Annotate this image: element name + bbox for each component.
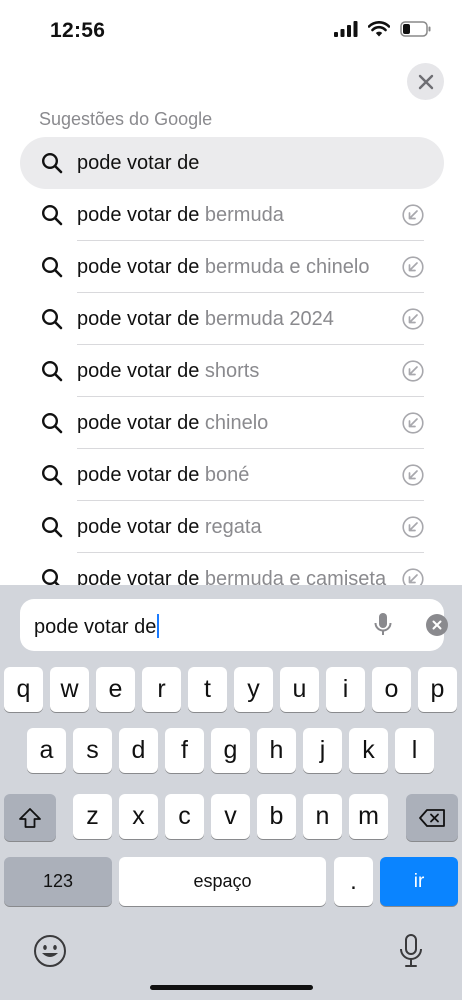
fill-search-arrow-icon[interactable]: [402, 464, 424, 486]
shift-icon: [19, 807, 41, 828]
clear-icon: [432, 620, 442, 630]
key-j[interactable]: j: [303, 728, 342, 773]
search-input[interactable]: pode votar de: [20, 599, 448, 651]
suggestion-item[interactable]: pode votar de regata: [20, 501, 444, 553]
emoji-icon[interactable]: [33, 934, 67, 968]
search-icon: [41, 412, 63, 434]
shift-key[interactable]: [4, 794, 56, 841]
search-icon: [41, 204, 63, 226]
search-icon: [41, 516, 63, 538]
keyboard: pode votar de q w e r t y u i o p a s d …: [0, 585, 462, 1000]
home-indicator[interactable]: [150, 985, 313, 990]
key-o[interactable]: o: [372, 667, 411, 712]
suggestion-label: pode votar de bermuda e chinelo: [77, 255, 370, 278]
text-caret: [157, 614, 160, 638]
key-t[interactable]: t: [188, 667, 227, 712]
suggestion-label: pode votar de chinelo: [77, 411, 269, 434]
suggestion-item[interactable]: pode votar de boné: [20, 449, 444, 501]
suggestion-item[interactable]: pode votar de shorts: [20, 345, 444, 397]
search-icon: [42, 569, 60, 585]
fill-search-arrow-icon[interactable]: [402, 412, 424, 434]
key-i[interactable]: i: [326, 667, 365, 712]
fill-search-arrow-icon[interactable]: [402, 516, 424, 538]
key-x[interactable]: x: [119, 794, 158, 839]
suggestion-item[interactable]: pode votar de bermuda 2024: [20, 293, 444, 345]
key-q[interactable]: q: [4, 667, 43, 712]
delete-key[interactable]: [406, 794, 458, 841]
search-input-text: pode votar de: [34, 614, 160, 639]
keyboard-dictation-icon[interactable]: [398, 933, 424, 969]
suggestion-item[interactable]: pode votar de bermuda e chinelo: [20, 241, 444, 293]
suggestion-item[interactable]: pode votar de bermuda: [20, 189, 444, 241]
fill-search-arrow-icon[interactable]: [402, 204, 424, 226]
suggestion-label: pode votar de shorts: [77, 359, 260, 382]
fill-search-arrow-icon[interactable]: [402, 360, 424, 382]
key-c[interactable]: c: [165, 794, 204, 839]
fill-search-arrow-icon[interactable]: [402, 256, 424, 278]
key-k[interactable]: k: [349, 728, 388, 773]
numbers-key[interactable]: 123: [4, 857, 112, 906]
search-icon: [41, 152, 63, 174]
suggestions-list: pode votar de pode votar de bermuda pode…: [0, 137, 462, 585]
space-key[interactable]: espaço: [119, 857, 326, 906]
key-a[interactable]: a: [27, 728, 66, 773]
suggestion-label: pode votar de bermuda e camiseta: [77, 567, 387, 586]
status-bar: 12:56: [0, 0, 462, 60]
key-r[interactable]: r: [142, 667, 181, 712]
battery-icon: [400, 21, 431, 37]
key-h[interactable]: h: [257, 728, 296, 773]
suggestion-label: pode votar de: [77, 151, 200, 174]
key-u[interactable]: u: [280, 667, 319, 712]
fill-search-arrow-icon[interactable]: [402, 568, 424, 585]
key-g[interactable]: g: [211, 728, 250, 773]
key-m[interactable]: m: [349, 794, 388, 839]
key-z[interactable]: z: [73, 794, 112, 839]
key-s[interactable]: s: [73, 728, 112, 773]
search-icon: [41, 464, 63, 486]
close-icon: [418, 74, 433, 89]
key-v[interactable]: v: [211, 794, 250, 839]
key-b[interactable]: b: [257, 794, 296, 839]
wifi-icon: [368, 21, 390, 37]
key-e[interactable]: e: [96, 667, 135, 712]
close-button[interactable]: [407, 63, 444, 100]
key-d[interactable]: d: [119, 728, 158, 773]
suggestion-item[interactable]: pode votar de chinelo: [20, 397, 444, 449]
clear-text-button[interactable]: [426, 614, 448, 636]
search-icon: [41, 360, 63, 382]
suggestion-item[interactable]: pode votar de bermuda e camiseta: [20, 553, 444, 585]
key-l[interactable]: l: [395, 728, 434, 773]
go-key[interactable]: ir: [380, 857, 458, 906]
suggestion-label: pode votar de bermuda 2024: [77, 307, 334, 330]
key-y[interactable]: y: [234, 667, 273, 712]
fill-search-arrow-icon[interactable]: [402, 308, 424, 330]
key-f[interactable]: f: [165, 728, 204, 773]
status-time: 12:56: [50, 19, 106, 42]
suggestion-label: pode votar de bermuda: [77, 203, 284, 226]
suggestion-label: pode votar de regata: [77, 515, 262, 538]
period-key[interactable]: .: [334, 857, 373, 906]
key-w[interactable]: w: [50, 667, 89, 712]
search-icon: [41, 256, 63, 278]
search-icon: [41, 308, 63, 330]
status-icons: [334, 21, 432, 37]
key-p[interactable]: p: [418, 667, 457, 712]
dictation-mic-icon[interactable]: [373, 612, 393, 638]
suggestion-current-query[interactable]: pode votar de: [20, 137, 444, 189]
backspace-icon: [419, 808, 445, 827]
suggestion-label: pode votar de boné: [77, 463, 250, 486]
key-n[interactable]: n: [303, 794, 342, 839]
cellular-signal-icon: [334, 21, 358, 37]
section-title: Sugestões do Google: [39, 109, 213, 129]
